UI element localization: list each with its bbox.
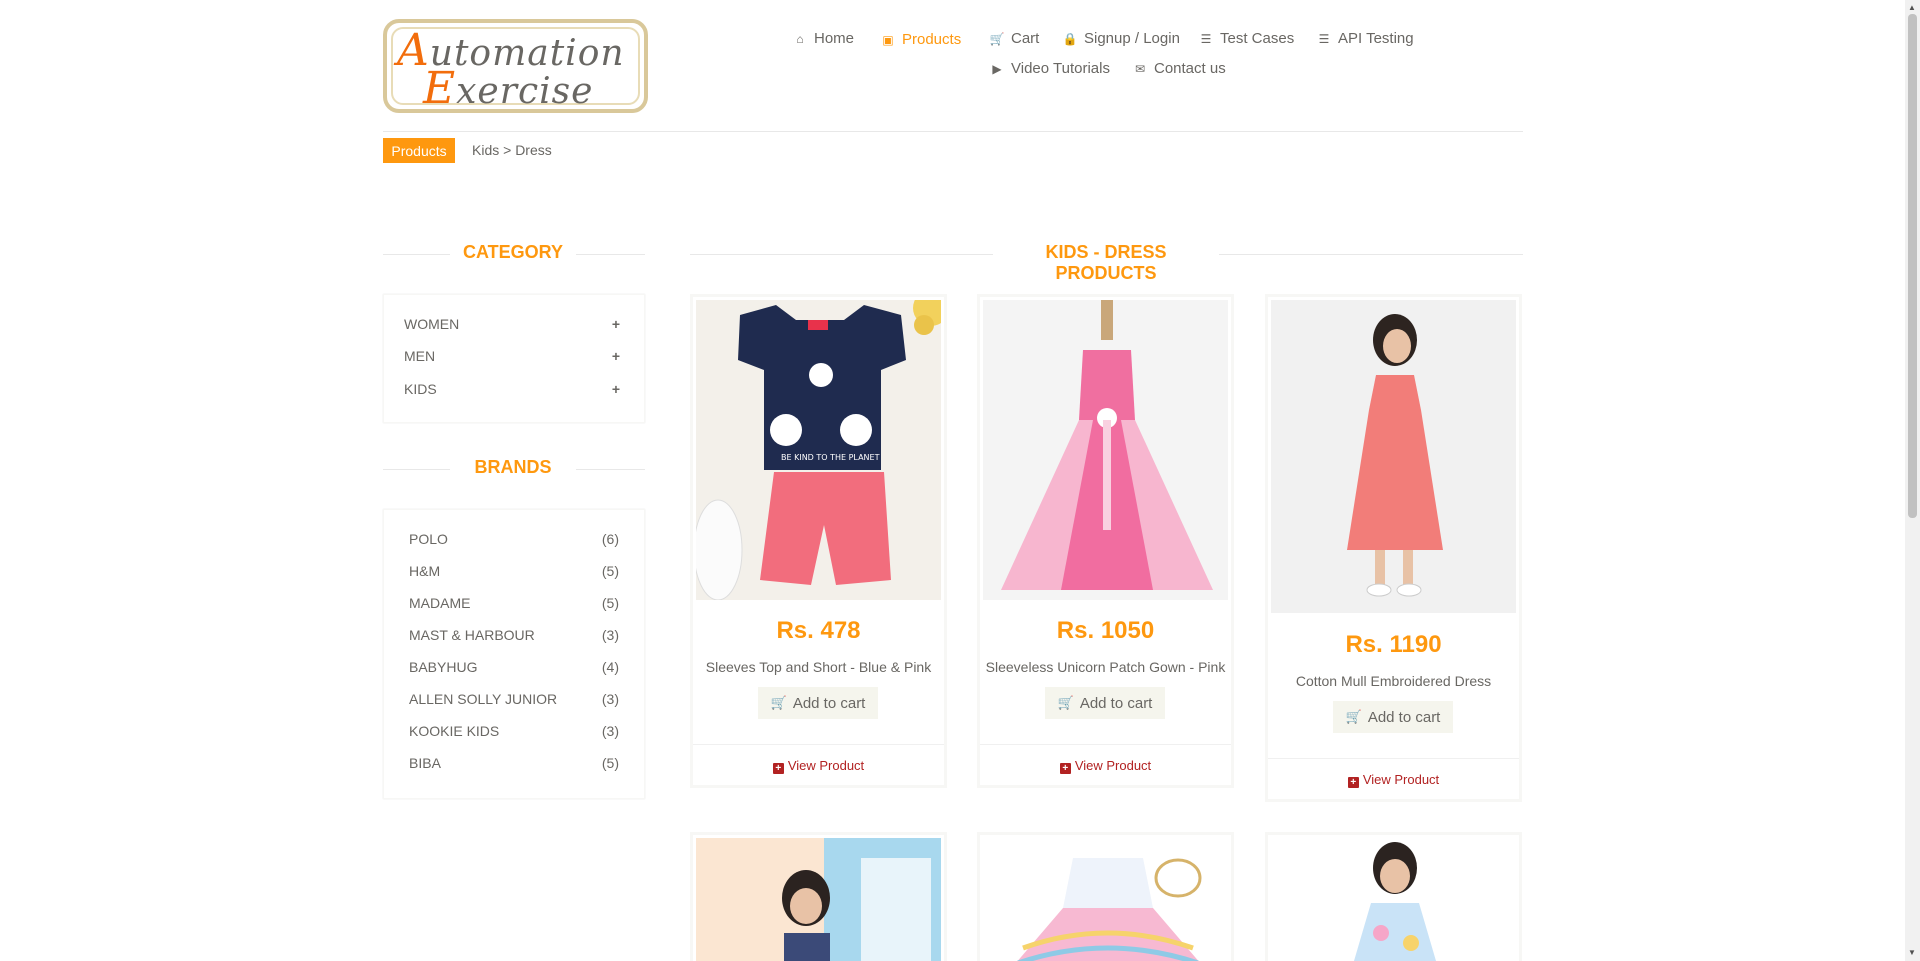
add-to-cart-button[interactable]: 🛒 Add to cart bbox=[1045, 687, 1165, 719]
brands-title-line-left bbox=[383, 469, 450, 470]
plus-icon[interactable]: + bbox=[612, 316, 620, 332]
list-icon: ☰ bbox=[1318, 31, 1330, 46]
brands-title-line-right bbox=[576, 469, 645, 470]
product-card bbox=[977, 832, 1234, 961]
plus-icon[interactable]: + bbox=[612, 348, 620, 364]
product-image bbox=[1271, 300, 1516, 613]
cart-icon: 🛒 bbox=[989, 31, 1005, 46]
card-divider bbox=[1268, 758, 1519, 759]
brands-title: BRANDS bbox=[474, 457, 552, 477]
category-men[interactable]: MEN + bbox=[404, 346, 620, 366]
product-card bbox=[1265, 832, 1522, 961]
product-price: Rs. 478 bbox=[776, 617, 861, 644]
nav-api-testing[interactable]: ☰ API Testing bbox=[1316, 30, 1414, 47]
cart-icon: 🛒 bbox=[1057, 695, 1074, 710]
card-divider bbox=[693, 744, 944, 745]
site-logo[interactable]: Automation Exercise bbox=[383, 19, 648, 114]
scrollbar-thumb[interactable] bbox=[1908, 14, 1917, 518]
product-name: Sleeves Top and Short - Blue & Pink bbox=[705, 659, 932, 675]
svg-text:BE KIND TO THE PLANET: BE KIND TO THE PLANET bbox=[781, 453, 880, 462]
nav-video-tutorials[interactable]: ▶ Video Tutorials bbox=[989, 60, 1110, 77]
site-header: Automation Exercise ⌂ Home ▣ Products 🛒 … bbox=[0, 0, 1905, 132]
category-panel: WOMEN + MEN + KIDS + bbox=[383, 294, 645, 423]
plus-icon[interactable]: + bbox=[612, 381, 620, 397]
add-to-cart-button[interactable]: 🛒 Add to cart bbox=[758, 687, 878, 719]
view-product-link[interactable]: + View Product bbox=[980, 758, 1231, 774]
main-title: KIDS - DRESS PRODUCTS bbox=[1045, 242, 1167, 283]
product-image-embroidered-dress bbox=[1271, 300, 1516, 613]
product-price: Rs. 1190 bbox=[1345, 631, 1442, 658]
category-title: CATEGORY bbox=[462, 242, 563, 262]
product-image bbox=[983, 300, 1228, 600]
product-image-girl-striped-dress bbox=[696, 838, 941, 961]
product-price: Rs. 1050 bbox=[1056, 617, 1155, 644]
scroll-down-arrow-icon[interactable]: ▼ bbox=[1908, 948, 1916, 957]
add-to-cart-button[interactable]: 🛒 Add to cart bbox=[1333, 701, 1453, 733]
logo-line-2: Exercise bbox=[423, 63, 594, 114]
product-card: Rs. 1050 Sleeveless Unicorn Patch Gown -… bbox=[977, 294, 1234, 788]
category-kids[interactable]: KIDS + bbox=[404, 379, 620, 399]
lock-icon: 🔒 bbox=[1062, 31, 1078, 46]
header-divider bbox=[383, 131, 1523, 132]
brand-biba[interactable]: BIBA (5) bbox=[409, 753, 619, 773]
product-image bbox=[1271, 838, 1516, 961]
view-product-link[interactable]: + View Product bbox=[1268, 772, 1519, 788]
product-card bbox=[690, 832, 947, 961]
brand-mast-harbour[interactable]: MAST & HARBOUR (3) bbox=[409, 625, 619, 645]
breadcrumb-path: Kids > Dress bbox=[472, 142, 552, 158]
product-name: Cotton Mull Embroidered Dress bbox=[1295, 673, 1492, 689]
main-title-line-left bbox=[690, 254, 993, 255]
envelope-icon: ✉ bbox=[1134, 61, 1146, 76]
page-scrollbar[interactable]: ▲ ▼ bbox=[1905, 0, 1920, 961]
youtube-icon: ▶ bbox=[992, 61, 1002, 76]
nav-test-cases[interactable]: ☰ Test Cases bbox=[1198, 30, 1295, 47]
cart-icon: 🛒 bbox=[770, 695, 787, 710]
cart-icon: 🛒 bbox=[1345, 709, 1362, 724]
card-divider bbox=[980, 744, 1231, 745]
nav-home[interactable]: ⌂ Home bbox=[792, 30, 854, 47]
briefcase-icon: ▣ bbox=[882, 32, 894, 47]
product-card: Rs. 1190 Cotton Mull Embroidered Dress 🛒… bbox=[1265, 294, 1522, 802]
product-image bbox=[696, 838, 941, 961]
product-card: BE KIND TO THE PLANET Rs. 478 Sleeves To… bbox=[690, 294, 947, 788]
product-image-unicorn-tutu bbox=[983, 838, 1228, 961]
main-title-line-right bbox=[1219, 254, 1523, 255]
nav-contact-us[interactable]: ✉ Contact us bbox=[1132, 60, 1226, 77]
nav-products[interactable]: ▣ Products bbox=[880, 31, 961, 48]
brand-hm[interactable]: H&M (5) bbox=[409, 561, 619, 581]
product-image-top-short: BE KIND TO THE PLANET bbox=[696, 300, 941, 600]
brand-polo[interactable]: POLO (6) bbox=[409, 529, 619, 549]
home-icon: ⌂ bbox=[796, 31, 804, 46]
product-name: Sleeveless Unicorn Patch Gown - Pink bbox=[985, 659, 1226, 675]
category-title-line-left bbox=[383, 254, 450, 255]
plus-square-icon: + bbox=[772, 763, 784, 774]
category-women[interactable]: WOMEN + bbox=[404, 314, 620, 334]
breadcrumb-products-badge[interactable]: Products bbox=[383, 138, 455, 163]
brand-allen-solly-junior[interactable]: ALLEN SOLLY JUNIOR (3) bbox=[409, 689, 619, 709]
brand-madame[interactable]: MADAME (5) bbox=[409, 593, 619, 613]
scroll-up-arrow-icon[interactable]: ▲ bbox=[1908, 3, 1916, 12]
product-image: BE KIND TO THE PLANET bbox=[696, 300, 941, 600]
view-product-link[interactable]: + View Product bbox=[693, 758, 944, 774]
nav-cart[interactable]: 🛒 Cart bbox=[989, 30, 1040, 47]
list-icon: ☰ bbox=[1200, 31, 1212, 46]
plus-square-icon: + bbox=[1347, 777, 1359, 788]
plus-square-icon: + bbox=[1059, 763, 1071, 774]
product-image-unicorn-print-dress bbox=[1271, 838, 1516, 961]
product-image bbox=[983, 838, 1228, 961]
nav-signup-login[interactable]: 🔒 Signup / Login bbox=[1062, 30, 1180, 47]
brand-babyhug[interactable]: BABYHUG (4) bbox=[409, 657, 619, 677]
category-title-line-right bbox=[576, 254, 645, 255]
brands-panel: POLO (6) H&M (5) MADAME (5) MAST & HARBOUR(… bbox=[383, 509, 645, 799]
product-image-unicorn-gown bbox=[983, 300, 1228, 600]
brand-kookie-kids[interactable]: KOOKIE KIDS (3) bbox=[409, 721, 619, 741]
